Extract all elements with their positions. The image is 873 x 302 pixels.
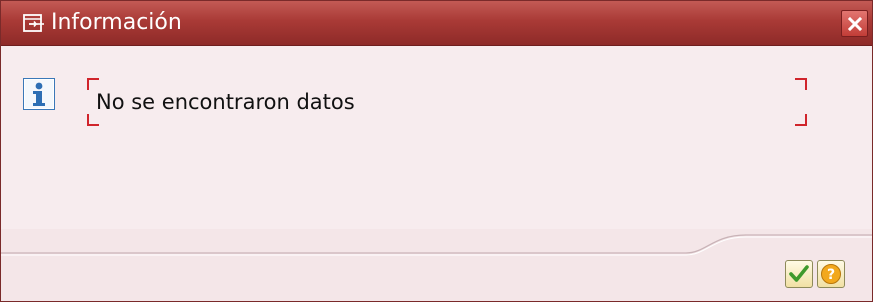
close-icon <box>848 17 862 31</box>
message-text: No se encontraron datos <box>96 90 355 114</box>
help-button[interactable]: ? <box>817 260 845 288</box>
checkmark-icon <box>789 265 809 282</box>
svg-text:?: ? <box>827 267 835 283</box>
window-icon <box>23 14 44 32</box>
dialog-title: Información <box>51 10 182 35</box>
information-dialog: Información No se encontraron datos ? <box>0 0 873 302</box>
confirm-button[interactable] <box>785 260 813 288</box>
frame-corner <box>795 114 807 126</box>
message-frame: No se encontraron datos <box>87 78 807 126</box>
frame-corner <box>87 78 99 90</box>
dialog-footer: ? <box>1 229 872 301</box>
frame-corner <box>795 78 807 90</box>
info-icon <box>23 78 55 110</box>
footer-divider <box>1 234 872 256</box>
frame-corner <box>87 114 99 126</box>
close-button[interactable] <box>841 10 868 37</box>
question-icon: ? <box>821 264 841 284</box>
dialog-content: No se encontraron datos <box>1 46 872 227</box>
dialog-titlebar[interactable]: Información <box>1 1 872 46</box>
